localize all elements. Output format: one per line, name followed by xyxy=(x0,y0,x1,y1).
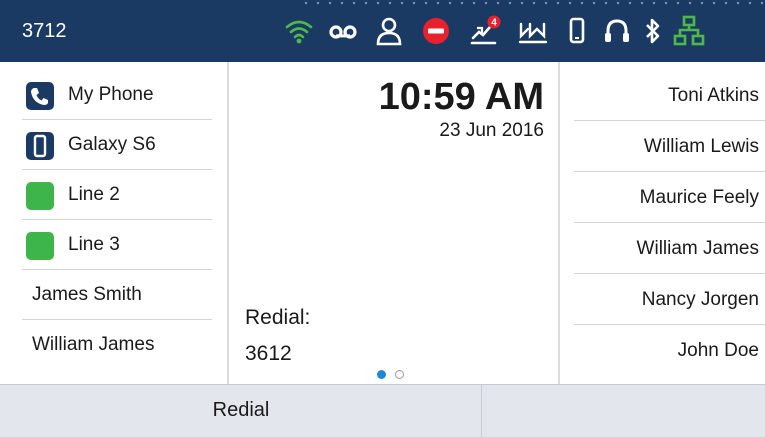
mobile-phone-icon xyxy=(26,132,54,160)
line-key-label: My Phone xyxy=(68,84,154,105)
presence-icon xyxy=(372,14,406,48)
phone-icon xyxy=(26,82,54,110)
do-not-disturb-icon xyxy=(419,14,453,48)
speed-dial-label: Maurice Feely xyxy=(639,187,759,208)
line-keys-panel: My Phone Galaxy S6 Line 2 Line 3 James S… xyxy=(0,62,227,384)
speed-dial-label: Toni Atkins xyxy=(668,85,759,106)
speed-dial-william-lewis[interactable]: William Lewis xyxy=(574,121,765,172)
softkey-bar: Redial xyxy=(0,384,765,437)
speed-dial-john-doe[interactable]: John Doe xyxy=(574,325,765,376)
page-dot-active[interactable] xyxy=(377,370,386,379)
call-forward-icon xyxy=(516,14,550,48)
line-key-william-james[interactable]: William James xyxy=(22,320,212,370)
line-key-my-phone[interactable]: My Phone xyxy=(22,70,212,120)
speed-dial-label: William Lewis xyxy=(643,136,759,157)
mobile-phone-icon xyxy=(560,14,594,48)
page-dot[interactable] xyxy=(395,370,404,379)
redial-label: Redial: xyxy=(245,306,311,329)
speed-dial-panel: Toni Atkins William Lewis Maurice Feely … xyxy=(560,62,765,384)
speed-dial-nancy-jorgen[interactable]: Nancy Jorgen xyxy=(574,274,765,325)
speed-dial-label: Nancy Jorgen xyxy=(641,289,759,310)
speed-dial-toni-atkins[interactable]: Toni Atkins xyxy=(574,70,765,121)
line-key-label: James Smith xyxy=(32,284,142,305)
line-key-line-3[interactable]: Line 3 xyxy=(22,220,212,270)
softkey-label: Redial xyxy=(212,399,270,421)
line-key-label: Galaxy S6 xyxy=(68,134,156,155)
speed-dial-label: William James xyxy=(636,238,759,259)
home-screen-center: 10:59 AM 23 Jun 2016 Redial: 3612 xyxy=(229,62,558,384)
speed-dial-label: John Doe xyxy=(677,340,759,361)
clock-time: 10:59 AM xyxy=(378,76,544,118)
line-status-indicator xyxy=(26,232,54,260)
clock-date: 23 Jun 2016 xyxy=(439,120,544,141)
line-status-indicator xyxy=(26,182,54,210)
speed-dial-william-james[interactable]: William James xyxy=(574,223,765,274)
status-bar-texture xyxy=(300,0,765,6)
missed-calls-icon: 4 xyxy=(468,14,502,48)
voicemail-icon xyxy=(326,14,360,48)
svg-text:4: 4 xyxy=(491,18,497,29)
redial-softkey[interactable]: Redial xyxy=(0,385,482,437)
redial-number: 3612 xyxy=(245,342,292,365)
speed-dial-maurice-feely[interactable]: Maurice Feely xyxy=(574,172,765,223)
wifi-icon xyxy=(282,14,316,48)
network-icon xyxy=(672,14,706,48)
extension-number: 3712 xyxy=(22,20,67,42)
line-key-label: Line 2 xyxy=(68,184,120,205)
line-key-label: William James xyxy=(32,334,155,355)
line-key-galaxy-s6[interactable]: Galaxy S6 xyxy=(22,120,212,170)
bluetooth-icon xyxy=(636,14,670,48)
line-key-label: Line 3 xyxy=(68,234,120,255)
line-key-line-2[interactable]: Line 2 xyxy=(22,170,212,220)
status-bar: 3712 4 xyxy=(0,0,765,62)
line-key-james-smith[interactable]: James Smith xyxy=(22,270,212,320)
headset-icon xyxy=(600,14,634,48)
